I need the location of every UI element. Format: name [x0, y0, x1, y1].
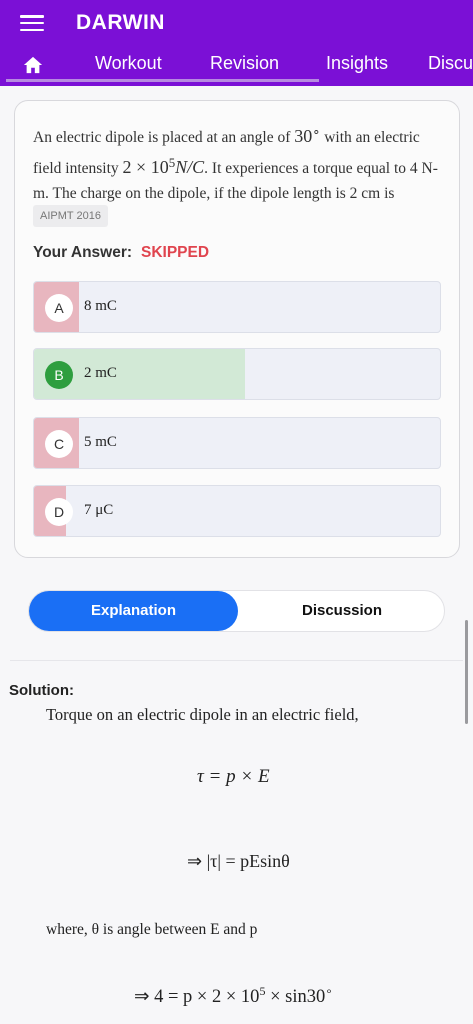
- scrollbar[interactable]: [465, 620, 468, 724]
- answer-status: SKIPPED: [141, 244, 210, 261]
- equation-3: ⇒ 4 = p × 2 × 105 × sin30∘: [134, 984, 333, 1008]
- option-c[interactable]: C 5 mC: [33, 417, 441, 469]
- option-d-letter: D: [45, 498, 73, 526]
- option-b-letter: B: [45, 361, 73, 389]
- tab-insights[interactable]: Insights: [326, 53, 388, 74]
- solution-label: Solution:: [9, 682, 74, 699]
- option-d-text: 7 μC: [84, 502, 114, 518]
- source-tag: AIPMT 2016: [33, 205, 108, 227]
- tab-scroll-indicator: [6, 79, 319, 82]
- option-a-text: 8 mC: [84, 298, 117, 314]
- equation-3-part: × sin30: [265, 987, 326, 1008]
- your-answer-label: Your Answer:: [33, 244, 133, 261]
- divider: [10, 660, 463, 661]
- question-text: An electric dipole is placed at an angle…: [33, 119, 443, 206]
- option-c-text: 5 mC: [84, 434, 117, 450]
- equation-1: τ = p × E: [197, 766, 270, 787]
- option-c-letter: C: [45, 430, 73, 458]
- explanation-tab[interactable]: Explanation: [29, 591, 238, 631]
- option-b[interactable]: B 2 mC: [33, 348, 441, 400]
- explanation-discussion-toggle: Explanation Discussion: [28, 590, 445, 632]
- option-a[interactable]: A 8 mC: [33, 281, 441, 333]
- tab-workout[interactable]: Workout: [95, 53, 162, 74]
- tab-discussion[interactable]: Discu: [428, 53, 473, 74]
- option-a-letter: A: [45, 294, 73, 322]
- hamburger-menu-icon[interactable]: [20, 13, 44, 33]
- solution-line-1: Torque on an electric dipole in an elect…: [46, 705, 359, 724]
- tab-revision[interactable]: Revision: [210, 53, 279, 74]
- option-d[interactable]: D 7 μC: [33, 485, 441, 537]
- option-b-text: 2 mC: [84, 365, 117, 381]
- equation-2: ⇒ |τ| = pEsinθ: [187, 851, 290, 871]
- equation-3-part: ⇒ 4 = p × 2 × 10: [134, 987, 260, 1008]
- field-unit: N/C: [175, 157, 205, 178]
- discussion-tab[interactable]: Discussion: [238, 591, 446, 631]
- app-title: DARWIN: [76, 11, 165, 34]
- question-text-part: An electric dipole is placed at an angle…: [33, 129, 295, 147]
- degree-symbol: ∘: [325, 984, 333, 998]
- field-value: 2 × 10: [122, 157, 169, 178]
- solution-line-2: where, θ is angle between E and p: [46, 921, 258, 938]
- home-icon[interactable]: [22, 55, 44, 75]
- question-card: An electric dipole is placed at an angle…: [14, 100, 460, 558]
- question-angle: 30: [294, 126, 313, 147]
- top-app-bar: DARWIN Workout Revision Insights Discu: [0, 0, 473, 86]
